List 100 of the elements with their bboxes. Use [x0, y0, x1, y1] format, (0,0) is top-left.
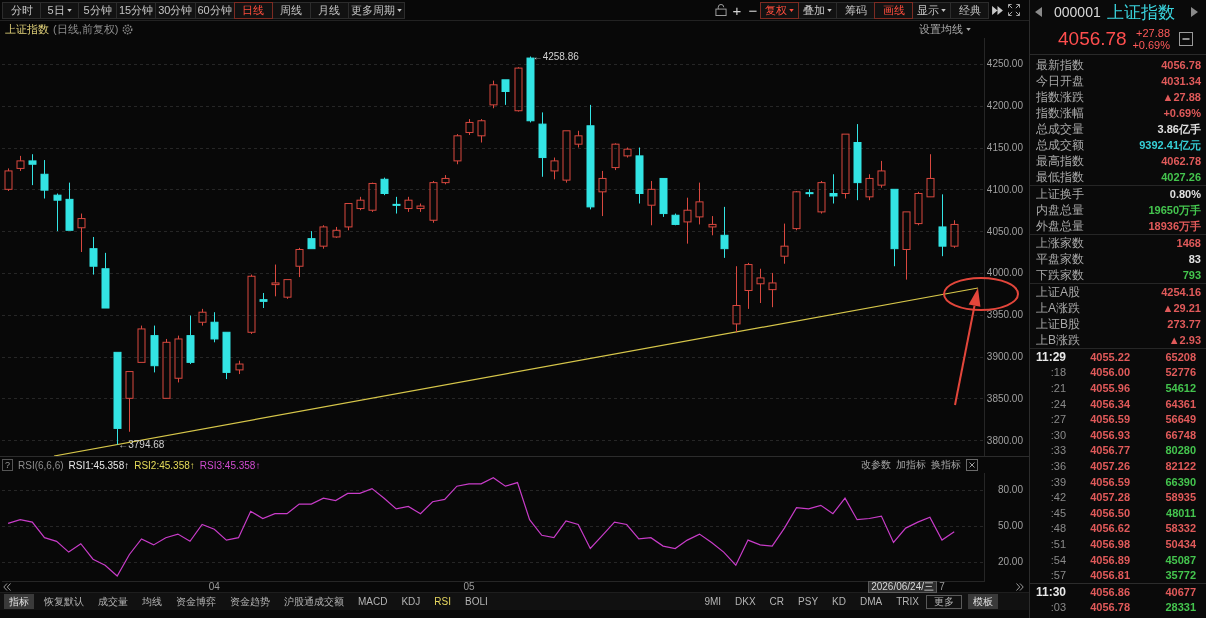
period-tab[interactable]: 分时 [2, 1, 41, 19]
date-axis-label: 7 [939, 582, 945, 592]
indicator-tab[interactable]: CR [762, 594, 792, 609]
price-axis-label: 4050.00 [986, 225, 1023, 237]
tool-button[interactable]: 画线 [874, 1, 913, 19]
lock-icon[interactable] [715, 4, 727, 16]
price-axis-label: 4000.00 [986, 267, 1023, 279]
indicator-tab[interactable]: TRIX [889, 594, 926, 609]
close-icon[interactable] [966, 459, 978, 471]
stat-label: 上证换手 [1036, 185, 1084, 203]
indicator-tab[interactable]: 资金趋势 [223, 594, 277, 609]
zoom-in-button[interactable]: + [729, 1, 745, 19]
stat-value: 0.80% [1169, 188, 1201, 200]
panel-action-link[interactable]: 换指标 [931, 458, 961, 472]
index-title: 上证指数 [5, 22, 49, 37]
period-tab[interactable]: 5分钟 [78, 1, 117, 19]
period-tab[interactable]: 日线 [233, 1, 273, 19]
indicator-tab[interactable]: 9MI [697, 594, 729, 609]
scroll-right-icon[interactable] [1016, 583, 1024, 591]
legend-item: RSI3:45.358↑ [199, 459, 261, 471]
stat-value: ▲2.93 [1168, 334, 1201, 346]
tick-volume: 82122 [1164, 459, 1196, 472]
tick-time: :57 [1049, 569, 1066, 582]
tool-button[interactable]: 经典 [950, 1, 989, 19]
period-tab[interactable]: 周线 [271, 1, 311, 19]
indicator-tab[interactable]: 更多 [926, 594, 962, 609]
tick-price: 4056.86 [1089, 585, 1130, 598]
tick-price: 4055.96 [1089, 382, 1130, 394]
tick-volume: 45087 [1164, 553, 1196, 566]
tick-volume: 66390 [1164, 475, 1196, 488]
stat-label: 最新指数 [1036, 56, 1084, 74]
date-axis-label: 04 [208, 582, 220, 592]
stat-value: 273.77 [1167, 318, 1201, 330]
indicator-tab[interactable]: BOLI [458, 594, 495, 609]
stock-code: 000001 [1054, 4, 1101, 20]
fast-forward-icon[interactable] [992, 5, 1003, 15]
fullscreen-icon[interactable] [1008, 4, 1020, 16]
tick-time: :42 [1049, 491, 1066, 504]
zoom-out-button[interactable]: − [745, 1, 761, 19]
period-tab[interactable]: 15分钟 [116, 1, 157, 19]
stat-label: 指数涨跌 [1036, 88, 1084, 106]
indicator-tab[interactable]: KD [825, 594, 853, 609]
period-tab[interactable]: 30分钟 [155, 1, 196, 19]
indicator-tab[interactable]: 指标 [4, 594, 34, 609]
stat-label: 最高指数 [1036, 152, 1084, 170]
stat-value: 4254.16 [1161, 286, 1201, 298]
percent-change: +0.69% [1132, 39, 1170, 51]
stat-value: 83 [1188, 253, 1201, 265]
tick-time: :24 [1049, 397, 1066, 410]
tick-volume: 56649 [1164, 413, 1196, 426]
minus-box-icon[interactable] [1179, 32, 1193, 46]
indicator-tab[interactable]: 资金博弈 [169, 594, 223, 609]
candlestick [805, 188, 814, 198]
tick-price: 4056.98 [1089, 537, 1130, 550]
tick-volume: 80280 [1164, 444, 1196, 457]
stat-label: 总成交量 [1036, 120, 1084, 138]
indicator-tab[interactable]: DKX [728, 594, 763, 609]
help-button[interactable]: ? [2, 459, 13, 471]
indicator-tab[interactable]: 恢复默认 [37, 594, 91, 609]
indicator-tab[interactable]: 模板 [968, 594, 998, 609]
tick-time: 11:30 [1034, 584, 1066, 599]
tick-price: 4055.22 [1089, 350, 1130, 363]
indicator-tab[interactable]: PSY [791, 594, 826, 609]
indicator-tab[interactable]: 成交量 [91, 594, 135, 609]
tick-time: :27 [1049, 413, 1066, 426]
indicator-tab[interactable]: MACD [351, 594, 395, 609]
panel-action-link[interactable]: 加指标 [896, 458, 926, 472]
tick-price: 4056.34 [1089, 397, 1130, 410]
candlestick [538, 111, 547, 178]
settings-icon[interactable] [122, 24, 134, 35]
previous-arrow-icon[interactable] [1035, 7, 1042, 17]
candlestick [865, 173, 874, 201]
stat-value: 793 [1182, 269, 1201, 281]
period-tab[interactable]: 更多周期 [347, 1, 405, 19]
tick-volume: 28331 [1164, 601, 1196, 614]
scroll-left-icon[interactable] [3, 583, 11, 591]
tick-time: :36 [1049, 459, 1066, 472]
indicator-tab[interactable]: RSI [427, 594, 459, 609]
tick-time: :30 [1049, 428, 1066, 441]
indicator-tab[interactable]: 沪股通成交额 [277, 594, 351, 609]
indicator-tab[interactable]: DMA [853, 594, 890, 609]
tick-volume: 58935 [1164, 491, 1196, 504]
next-arrow-icon[interactable] [1191, 7, 1198, 17]
candlestick [198, 308, 207, 327]
candlestick [768, 272, 777, 308]
stat-value: 9392.41亿元 [1139, 137, 1201, 153]
tool-button[interactable]: 叠加 [798, 1, 837, 19]
period-tab[interactable]: 60分钟 [194, 1, 235, 19]
ma-settings-button[interactable]: 设置均线 [919, 22, 971, 37]
period-tab[interactable]: 月线 [309, 1, 349, 19]
tool-button[interactable]: 显示 [912, 1, 951, 19]
stat-value: 4027.26 [1161, 171, 1201, 183]
indicator-tab[interactable]: KDJ [394, 594, 428, 609]
stat-value: 4031.34 [1161, 75, 1201, 87]
indicator-name: RSI(6,6,6) [18, 459, 64, 471]
tool-button[interactable]: 筹码 [836, 1, 875, 19]
panel-action-link[interactable]: 改参数 [861, 458, 891, 472]
period-tab[interactable]: 5日 [40, 1, 79, 19]
tool-button[interactable]: 复权 [760, 1, 799, 19]
indicator-tab[interactable]: 均线 [135, 594, 169, 609]
